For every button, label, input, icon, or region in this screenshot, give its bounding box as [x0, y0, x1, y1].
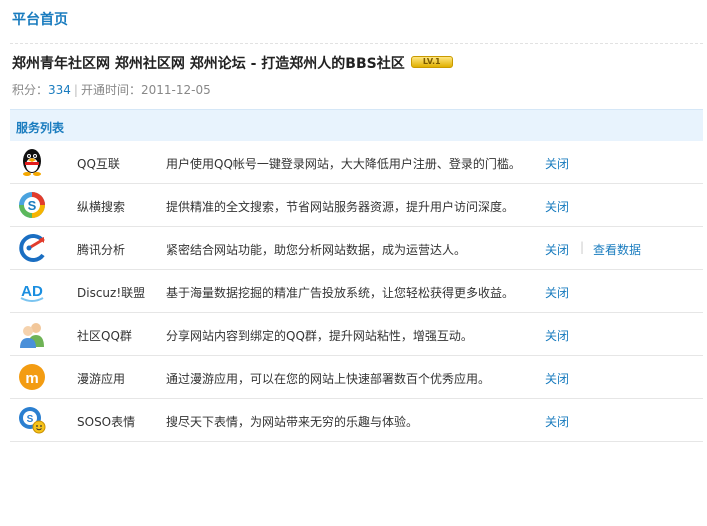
meta-separator: |	[73, 83, 78, 97]
svg-text:S: S	[28, 198, 37, 213]
close-service-link[interactable]: 关闭	[545, 155, 569, 172]
close-service-link[interactable]: 关闭	[545, 413, 569, 430]
service-description: 提供精准的全文搜索，节省网站服务器资源，提升用户访问深度。	[166, 200, 515, 214]
service-row-analytics: 腾讯分析 紧密结合网站功能，助您分析网站数据，成为运营达人。 关闭 | 查看数据	[10, 227, 703, 270]
service-row-discuz-union: AD Discuz!联盟 基于海量数据挖掘的精准广告投放系统，让您轻松获得更多收…	[10, 270, 703, 313]
service-list-header: 服务列表	[10, 109, 703, 141]
site-title: 郑州青年社区网 郑州社区网 郑州论坛 - 打造郑州人的BBS社区 LV.1	[12, 53, 453, 73]
service-description: 分享网站内容到绑定的QQ群，提升网站粘性，增强互动。	[166, 329, 473, 343]
divider	[10, 43, 703, 44]
service-name: 腾讯分析	[77, 243, 126, 257]
svg-text:m: m	[25, 370, 38, 387]
service-description: 通过漫游应用，可以在您的网站上快速部署数百个优秀应用。	[166, 372, 491, 386]
ad-union-icon: AD	[20, 283, 44, 302]
service-list-heading: 服务列表	[16, 121, 65, 135]
service-list: QQ互联 用户使用QQ帐号一键登录网站，大大降低用户注册、登录的门槛。 关闭 S…	[10, 141, 703, 442]
service-name: QQ互联	[77, 157, 120, 171]
qq-group-icon	[20, 323, 44, 348]
soso-search-icon: S	[19, 192, 45, 218]
svg-text:S: S	[27, 414, 34, 425]
action-separator: |	[580, 240, 585, 254]
score-value: 334	[48, 83, 71, 97]
service-name: 纵横搜索	[77, 200, 126, 214]
page-title: 平台首页	[12, 12, 68, 28]
score-label: 积分：	[12, 83, 49, 97]
service-name: 社区QQ群	[77, 329, 132, 343]
close-service-link[interactable]: 关闭	[545, 198, 569, 215]
view-data-link[interactable]: 查看数据	[593, 241, 641, 258]
service-description: 基于海量数据挖掘的精准广告投放系统，让您轻松获得更多收益。	[166, 286, 515, 300]
qq-penguin-icon	[23, 149, 41, 176]
manyou-icon: m	[19, 364, 45, 390]
level-badge: LV.1	[410, 56, 453, 68]
close-service-link[interactable]: 关闭	[545, 241, 569, 258]
soso-emoticon-icon: S	[19, 407, 46, 434]
open-date: 2011-12-05	[140, 83, 211, 97]
site-meta: 积分：334 | 开通时间：2011-12-05	[12, 81, 211, 98]
service-row-soso-emoticon: S SOSO表情 搜尽天下表情，为网站带来无穷的乐趣与体验。 关闭	[10, 399, 703, 442]
service-name: SOSO表情	[77, 415, 136, 429]
service-name: Discuz!联盟	[77, 286, 146, 300]
close-service-link[interactable]: 关闭	[545, 284, 569, 301]
service-description: 用户使用QQ帐号一键登录网站，大大降低用户注册、登录的门槛。	[166, 157, 521, 171]
service-row-qq-connect: QQ互联 用户使用QQ帐号一键登录网站，大大降低用户注册、登录的门槛。 关闭	[10, 141, 703, 184]
service-name: 漫游应用	[77, 372, 126, 386]
service-description: 紧密结合网站功能，助您分析网站数据，成为运营达人。	[166, 243, 467, 257]
svg-text:AD: AD	[21, 283, 43, 300]
analytics-icon	[19, 234, 45, 262]
close-service-link[interactable]: 关闭	[545, 370, 569, 387]
service-row-manyou: m 漫游应用 通过漫游应用，可以在您的网站上快速部署数百个优秀应用。 关闭	[10, 356, 703, 399]
service-row-search: S 纵横搜索 提供精准的全文搜索，节省网站服务器资源，提升用户访问深度。 关闭	[10, 184, 703, 227]
service-description: 搜尽天下表情，为网站带来无穷的乐趣与体验。	[166, 415, 419, 429]
open-time-label: 开通时间：	[80, 83, 141, 97]
close-service-link[interactable]: 关闭	[545, 327, 569, 344]
service-row-qq-group: 社区QQ群 分享网站内容到绑定的QQ群，提升网站粘性，增强互动。 关闭	[10, 313, 703, 356]
site-name: 郑州青年社区网 郑州社区网 郑州论坛 - 打造郑州人的BBS社区	[12, 56, 405, 72]
